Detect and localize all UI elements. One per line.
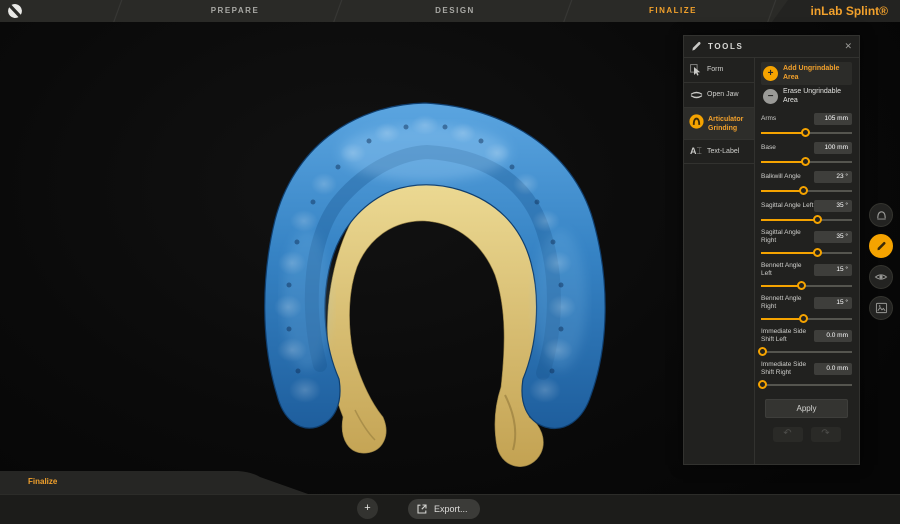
tool-list: Form Open Jaw [684, 58, 755, 464]
slider[interactable] [761, 281, 852, 290]
open-jaw-icon [689, 89, 703, 101]
slider-label: Base [761, 144, 776, 152]
redo-button[interactable]: ↷ [811, 427, 841, 442]
slider-value[interactable]: 35 ° [814, 231, 852, 243]
tools-panel-title: TOOLS [708, 42, 844, 51]
slider-group-sagittal-angle-left: Sagittal Angle Left 35 ° [761, 200, 852, 224]
slider-group-immediate-side-shift-right: Immediate Side Shift Right 0.0 mm [761, 361, 852, 389]
slider-group-arms: Arms 105 mm [761, 113, 852, 137]
tool-item-form[interactable]: Form [684, 58, 754, 83]
slider-group-sagittal-angle-right: Sagittal Angle Right 35 ° [761, 229, 852, 257]
nav-divider [560, 0, 576, 22]
slider-value[interactable]: 23 ° [814, 171, 852, 183]
slider-value[interactable]: 105 mm [814, 113, 852, 125]
text-label-icon: A⌶ [689, 146, 703, 157]
tool-options: + Add Ungrindable Area − Erase Ungrindab… [755, 58, 859, 464]
export-label: Export... [434, 504, 468, 514]
slider[interactable] [761, 347, 852, 356]
nav-divider [330, 0, 346, 22]
app-title: inLab Splint® [810, 0, 888, 22]
minus-circle-icon: − [763, 89, 778, 104]
tool-item-open-jaw[interactable]: Open Jaw [684, 83, 754, 108]
snapshot-button[interactable] [869, 296, 893, 320]
slider[interactable] [761, 248, 852, 257]
slider-value[interactable]: 100 mm [814, 142, 852, 154]
slider-label: Bennett Angle Right [761, 295, 814, 311]
slider[interactable] [761, 314, 852, 323]
area-button-label: Erase Ungrindable Area [783, 88, 850, 105]
tab-design[interactable]: DESIGN [395, 0, 515, 22]
slider[interactable] [761, 186, 852, 195]
slider-label: Balkwill Angle [761, 173, 801, 181]
slider[interactable] [761, 128, 852, 137]
redo-icon: ↷ [821, 428, 829, 439]
tools-panel: TOOLS ✕ Form [683, 35, 860, 465]
pencil-icon [875, 240, 887, 252]
app-window: PREPARE DESIGN FINALIZE inLab Splint® [0, 0, 900, 524]
slider-label: Sagittal Angle Left [761, 202, 813, 210]
slider-group-bennett-angle-left: Bennett Angle Left 15 ° [761, 262, 852, 290]
edit-tools-button[interactable] [869, 234, 893, 258]
add-ungrindable-area-button[interactable]: + Add Ungrindable Area [761, 62, 852, 85]
slider-value[interactable]: 15 ° [814, 297, 852, 309]
slider-value[interactable]: 15 ° [814, 264, 852, 276]
splint-jaw-model[interactable] [225, 95, 645, 480]
history-buttons: ↶ ↷ [761, 427, 852, 442]
phase-tab-finalize[interactable]: Finalize [28, 477, 57, 486]
tool-item-articulator-grinding[interactable]: Articulator Grinding [684, 108, 754, 140]
area-button-label: Add Ungrindable Area [783, 65, 850, 82]
slider[interactable] [761, 157, 852, 166]
slider-group-immediate-side-shift-left: Immediate Side Shift Left 0.0 mm [761, 328, 852, 356]
apply-button[interactable]: Apply [765, 399, 848, 418]
slider-value[interactable]: 35 ° [814, 200, 852, 212]
slider-value[interactable]: 0.0 mm [814, 363, 852, 375]
image-icon [875, 302, 888, 314]
export-button[interactable]: Export... [408, 499, 480, 519]
tool-item-label: Text-Label [707, 146, 739, 157]
slider-group-balkwill-angle: Balkwill Angle 23 ° [761, 171, 852, 195]
tools-panel-header: TOOLS ✕ [684, 36, 859, 58]
nav-divider [110, 0, 126, 22]
tool-item-text-label[interactable]: A⌶ Text-Label [684, 140, 754, 164]
slider-group-bennett-angle-right: Bennett Angle Right 15 ° [761, 295, 852, 323]
slider[interactable] [761, 215, 852, 224]
slider-label: Sagittal Angle Right [761, 229, 814, 245]
slider-label: Bennett Angle Left [761, 262, 814, 278]
jaw-model-icon [875, 209, 888, 222]
slider-value[interactable]: 0.0 mm [814, 330, 852, 342]
top-nav-bar: PREPARE DESIGN FINALIZE inLab Splint® [0, 0, 900, 22]
plus-circle-icon: + [763, 66, 778, 81]
articulator-grinding-icon [689, 114, 704, 129]
slider-label: Arms [761, 115, 776, 123]
export-icon [416, 503, 428, 515]
undo-icon: ↶ [783, 428, 791, 439]
undo-button[interactable]: ↶ [773, 427, 803, 442]
tab-finalize[interactable]: FINALIZE [613, 0, 733, 22]
view-toolbar [868, 203, 894, 320]
form-icon [689, 64, 703, 76]
add-view-button[interactable]: + [357, 498, 378, 519]
tool-item-label: Open Jaw [707, 89, 739, 100]
visibility-button[interactable] [869, 265, 893, 289]
slider-label: Immediate Side Shift Right [761, 361, 814, 377]
tab-prepare[interactable]: PREPARE [175, 0, 295, 22]
close-icon[interactable]: ✕ [844, 41, 852, 52]
eye-icon [874, 271, 888, 283]
erase-ungrindable-area-button[interactable]: − Erase Ungrindable Area [761, 85, 852, 108]
jaw-model-button[interactable] [869, 203, 893, 227]
tool-item-label: Form [707, 64, 723, 75]
slider[interactable] [761, 380, 852, 389]
slider-group-base: Base 100 mm [761, 142, 852, 166]
dentsply-sirona-logo-icon [7, 3, 23, 19]
tools-icon [691, 41, 702, 52]
slider-label: Immediate Side Shift Left [761, 328, 814, 344]
tool-item-label: Articulator Grinding [708, 114, 751, 133]
